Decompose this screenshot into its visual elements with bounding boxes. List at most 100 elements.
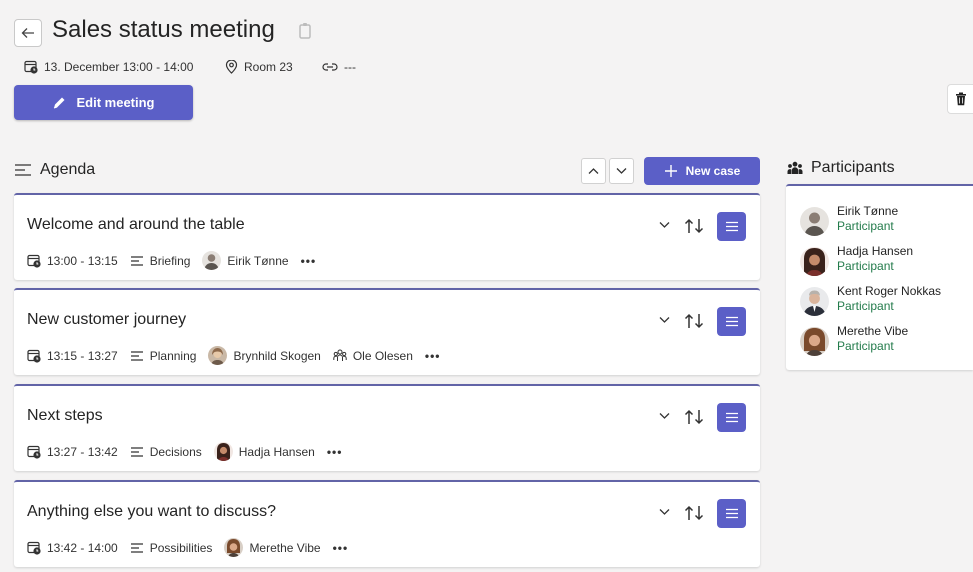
- sort-icon[interactable]: [684, 217, 706, 235]
- list-icon: [130, 350, 143, 361]
- location-pin-icon: [225, 60, 238, 74]
- copy-icon[interactable]: [298, 22, 312, 40]
- agenda-item-owner: Hadja Hansen: [238, 444, 315, 459]
- list-icon: [130, 446, 143, 457]
- group-icon: [333, 349, 347, 361]
- agenda-item-meta: 13:42 - 14:00 Possibilities Merethe Vibe…: [27, 538, 348, 557]
- chevron-down-icon[interactable]: [659, 316, 670, 324]
- move-up-button[interactable]: [581, 158, 606, 184]
- agenda-item[interactable]: Next steps 13:27 - 13:42 Decisions Hadja…: [14, 384, 760, 471]
- agenda-item-menu-button[interactable]: [717, 403, 746, 432]
- participant-name: Kent Roger Nokkas: [837, 284, 942, 298]
- avatar: [800, 247, 829, 276]
- more-options-icon[interactable]: •••: [301, 254, 317, 268]
- new-case-button[interactable]: New case: [644, 157, 760, 185]
- calendar-clock-icon: [27, 349, 41, 363]
- delete-meeting-button[interactable]: [947, 84, 973, 114]
- agenda-item-title: Welcome and around the table: [27, 216, 245, 233]
- chevron-up-icon: [588, 168, 599, 174]
- agenda-item-menu-button[interactable]: [717, 499, 746, 528]
- agenda-item-time: 13:42 - 14:00: [47, 540, 118, 555]
- chevron-down-icon: [616, 168, 627, 174]
- move-down-button[interactable]: [609, 158, 634, 184]
- agenda-header: Agenda: [14, 161, 95, 179]
- participant-item[interactable]: Merethe Vibe Participant: [800, 324, 908, 356]
- agenda-item-title: Next steps: [27, 407, 103, 424]
- agenda-item-category: Possibilities: [149, 540, 213, 555]
- participant-name: Merethe Vibe: [837, 324, 909, 338]
- meeting-location: Room 23: [225, 60, 293, 74]
- avatar: [800, 287, 829, 316]
- avatar: [224, 538, 244, 557]
- agenda-item-title: Anything else you want to discuss?: [27, 503, 277, 520]
- trash-icon: [955, 92, 966, 106]
- participants-heading: Participants: [811, 159, 895, 176]
- arrow-left-icon: [21, 28, 34, 38]
- avatar: [800, 207, 829, 236]
- chevron-down-icon[interactable]: [659, 508, 670, 516]
- more-options-icon[interactable]: •••: [327, 445, 343, 459]
- agenda-item-meta: 13:00 - 13:15 Briefing Eirik Tønne •••: [27, 251, 316, 270]
- avatar: [213, 442, 233, 461]
- agenda-item-category: Decisions: [149, 444, 202, 459]
- agenda-item-meta: 13:15 - 13:27 Planning Brynhild Skogen O…: [27, 346, 440, 365]
- more-options-icon[interactable]: •••: [333, 541, 349, 555]
- participant-role: Participant: [837, 299, 894, 313]
- agenda-item[interactable]: New customer journey 13:15 - 13:27 Plann…: [14, 288, 760, 375]
- participant-role: Participant: [837, 259, 894, 273]
- link-icon: [322, 63, 338, 71]
- people-icon: [787, 161, 803, 174]
- agenda-item-owner: Eirik Tønne: [227, 253, 289, 268]
- agenda-item-owner: Merethe Vibe: [249, 540, 321, 555]
- chevron-down-icon[interactable]: [659, 412, 670, 420]
- plus-icon: [664, 165, 677, 177]
- list-icon: [130, 255, 143, 266]
- sort-icon[interactable]: [684, 312, 706, 330]
- list-icon: [725, 316, 738, 327]
- agenda-item-menu-button[interactable]: [717, 307, 746, 336]
- agenda-item-category: Planning: [149, 348, 197, 363]
- meeting-link[interactable]: ---: [322, 60, 356, 74]
- pencil-icon: [54, 97, 65, 108]
- calendar-clock-icon: [24, 60, 38, 74]
- agenda-item-owner: Brynhild Skogen: [233, 348, 321, 363]
- more-options-icon[interactable]: •••: [425, 349, 441, 363]
- agenda-item-time: 13:00 - 13:15: [47, 253, 118, 268]
- list-icon: [725, 412, 738, 423]
- edit-meeting-button[interactable]: Edit meeting: [14, 85, 193, 120]
- agenda-item-category: Briefing: [149, 253, 191, 268]
- agenda-item-time: 13:15 - 13:27: [47, 348, 118, 363]
- agenda-item[interactable]: Welcome and around the table 13:00 - 13:…: [14, 193, 760, 280]
- agenda-item[interactable]: Anything else you want to discuss? 13:42…: [14, 480, 760, 567]
- participant-item[interactable]: Hadja Hansen Participant: [800, 244, 913, 276]
- sort-icon[interactable]: [684, 408, 706, 426]
- agenda-item-time: 13:27 - 13:42: [47, 444, 118, 459]
- participant-role: Participant: [837, 339, 894, 353]
- agenda-item-group: Ole Olesen: [352, 348, 413, 363]
- participant-name: Hadja Hansen: [837, 244, 914, 258]
- sort-icon[interactable]: [684, 504, 706, 522]
- participant-role: Participant: [837, 219, 894, 233]
- agenda-heading: Agenda: [40, 161, 96, 178]
- participant-item[interactable]: Kent Roger Nokkas Participant: [800, 284, 941, 316]
- participants-header: Participants: [787, 159, 895, 177]
- calendar-clock-icon: [27, 445, 41, 459]
- participant-item[interactable]: Eirik Tønne Participant: [800, 204, 898, 236]
- back-button[interactable]: [14, 19, 42, 47]
- calendar-clock-icon: [27, 541, 41, 555]
- agenda-item-title: New customer journey: [27, 311, 187, 328]
- avatar: [800, 327, 829, 356]
- page-title: Sales status meeting: [52, 16, 275, 43]
- agenda-item-meta: 13:27 - 13:42 Decisions Hadja Hansen •••: [27, 442, 342, 461]
- list-icon: [15, 164, 31, 176]
- meeting-datetime: 13. December 13:00 - 14:00: [24, 60, 193, 74]
- list-icon: [725, 221, 738, 232]
- list-icon: [725, 508, 738, 519]
- calendar-clock-icon: [27, 254, 41, 268]
- list-icon: [130, 542, 143, 553]
- avatar: [208, 346, 228, 365]
- avatar: [202, 251, 222, 270]
- agenda-item-menu-button[interactable]: [717, 212, 746, 241]
- participant-name: Eirik Tønne: [837, 204, 899, 218]
- chevron-down-icon[interactable]: [659, 221, 670, 229]
